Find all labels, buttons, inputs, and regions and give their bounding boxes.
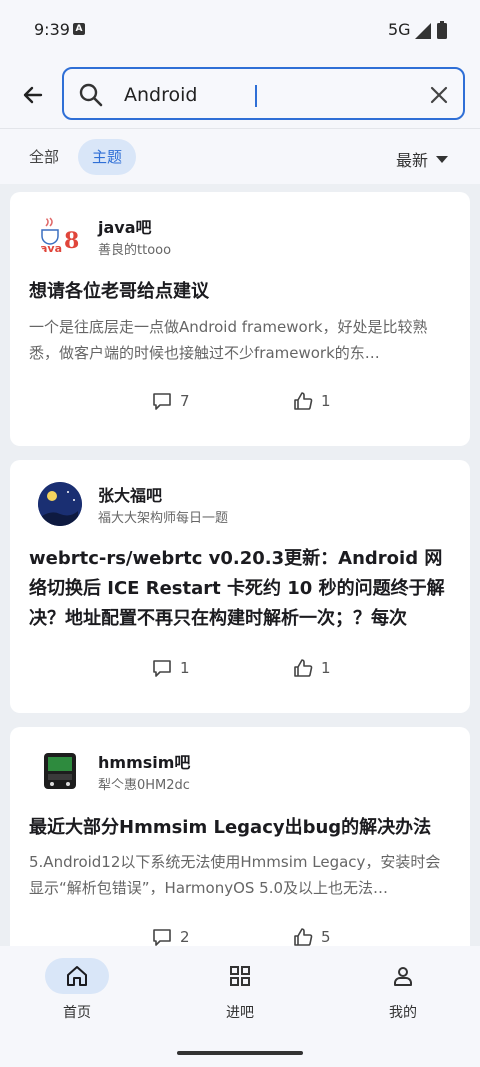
like-button[interactable]: 1	[293, 658, 331, 678]
sort-dropdown[interactable]: 最新	[396, 147, 448, 171]
grid-icon	[230, 966, 250, 986]
status-bar: 9:39 A 5G	[0, 0, 480, 60]
post-card[interactable]: hmmsim吧 犁亽惠0HM2dc 最近大部分Hmmsim Legacy出bug…	[10, 727, 470, 946]
gesture-handle[interactable]	[177, 1051, 303, 1055]
svg-text:ava: ava	[40, 242, 62, 255]
arrow-left-icon	[23, 86, 43, 104]
forum-name[interactable]: hmmsim吧	[98, 749, 190, 773]
nav-mine[interactable]: 我的	[343, 958, 463, 1022]
like-count: 1	[321, 392, 331, 410]
nav-forums[interactable]: 进吧	[180, 958, 300, 1022]
nav-forums-label: 进吧	[226, 1005, 254, 1021]
thumbs-up-icon	[294, 659, 313, 677]
comment-icon	[153, 660, 171, 677]
network-label: 5G	[388, 20, 411, 39]
thumbs-up-icon	[294, 928, 313, 946]
search-input[interactable]	[124, 81, 414, 109]
author-name[interactable]: 犁亽惠0HM2dc	[98, 774, 190, 793]
like-count: 1	[321, 659, 331, 677]
comment-count: 7	[180, 392, 190, 410]
clear-search-button[interactable]	[427, 83, 451, 107]
text-caret	[255, 85, 257, 107]
home-icon	[67, 966, 87, 986]
post-feed[interactable]: ava 8 java吧 善良的ttooo 想请各位老哥给点建议 一个是往底层走一…	[0, 184, 480, 946]
back-button[interactable]	[18, 80, 48, 110]
caret-down-icon	[436, 155, 448, 163]
person-icon	[394, 967, 412, 986]
svg-text:8: 8	[64, 228, 79, 254]
comment-icon	[153, 929, 171, 946]
forum-name[interactable]: 张大福吧	[98, 482, 162, 506]
forum-avatar-hmmsim[interactable]	[38, 749, 82, 793]
post-excerpt[interactable]: 5.Android12以下系统无法使用Hmmsim Legacy，安装时会显示“…	[29, 849, 454, 901]
nav-mine-pill	[371, 958, 435, 994]
nav-home[interactable]: 首页	[17, 958, 137, 1022]
nav-home-pill	[45, 958, 109, 994]
post-title[interactable]: webrtc-rs/webrtc v0.20.3更新：Android 网络切换后…	[29, 544, 459, 634]
nav-mine-label: 我的	[389, 1005, 417, 1021]
comment-count: 2	[180, 928, 190, 946]
night-scene-icon	[38, 482, 82, 526]
java-logo-icon: ava 8	[40, 217, 79, 255]
status-a-badge: A	[73, 23, 85, 35]
thumbs-up-icon	[294, 392, 313, 410]
post-card[interactable]: 张大福吧 福大大架构师每日一题 webrtc-rs/webrtc v0.20.3…	[10, 460, 470, 713]
post-card[interactable]: ava 8 java吧 善良的ttooo 想请各位老哥给点建议 一个是往底层走一…	[10, 192, 470, 446]
forum-avatar-zhangdafu[interactable]	[38, 482, 82, 526]
author-name[interactable]: 福大大架构师每日一题	[98, 507, 228, 526]
comment-icon	[153, 393, 171, 410]
battery-icon	[437, 21, 447, 39]
nav-forums-pill	[208, 958, 272, 994]
post-excerpt[interactable]: 一个是往底层走一点做Android framework，好处是比较熟悉，做客户端…	[29, 314, 454, 366]
author-name[interactable]: 善良的ttooo	[98, 239, 171, 258]
like-button[interactable]: 5	[293, 927, 331, 946]
train-display-icon	[44, 753, 76, 789]
nav-home-label: 首页	[63, 1005, 91, 1021]
search-icon	[79, 83, 103, 107]
signal-icon	[415, 23, 431, 39]
comment-button[interactable]: 2	[152, 927, 190, 946]
sort-label: 最新	[395, 151, 428, 170]
search-box[interactable]	[62, 67, 465, 120]
forum-avatar-java[interactable]: ava 8	[38, 214, 82, 258]
search-bar	[0, 60, 480, 128]
filter-bar: 全部 主题 最新	[0, 128, 480, 184]
post-title[interactable]: 最近大部分Hmmsim Legacy出bug的解决办法	[29, 813, 449, 843]
forum-name[interactable]: java吧	[98, 214, 152, 238]
bottom-nav: 首页 进吧 我的	[0, 946, 480, 1067]
comment-button[interactable]: 1	[152, 658, 190, 678]
comment-button[interactable]: 7	[152, 391, 190, 411]
post-title[interactable]: 想请各位老哥给点建议	[29, 277, 449, 307]
tab-topic[interactable]: 主题	[78, 139, 137, 175]
close-icon	[430, 86, 448, 104]
tab-all[interactable]: 全部	[15, 139, 73, 175]
like-button[interactable]: 1	[293, 391, 331, 411]
like-count: 5	[321, 928, 331, 946]
comment-count: 1	[180, 659, 190, 677]
status-time: 9:39	[34, 20, 70, 39]
